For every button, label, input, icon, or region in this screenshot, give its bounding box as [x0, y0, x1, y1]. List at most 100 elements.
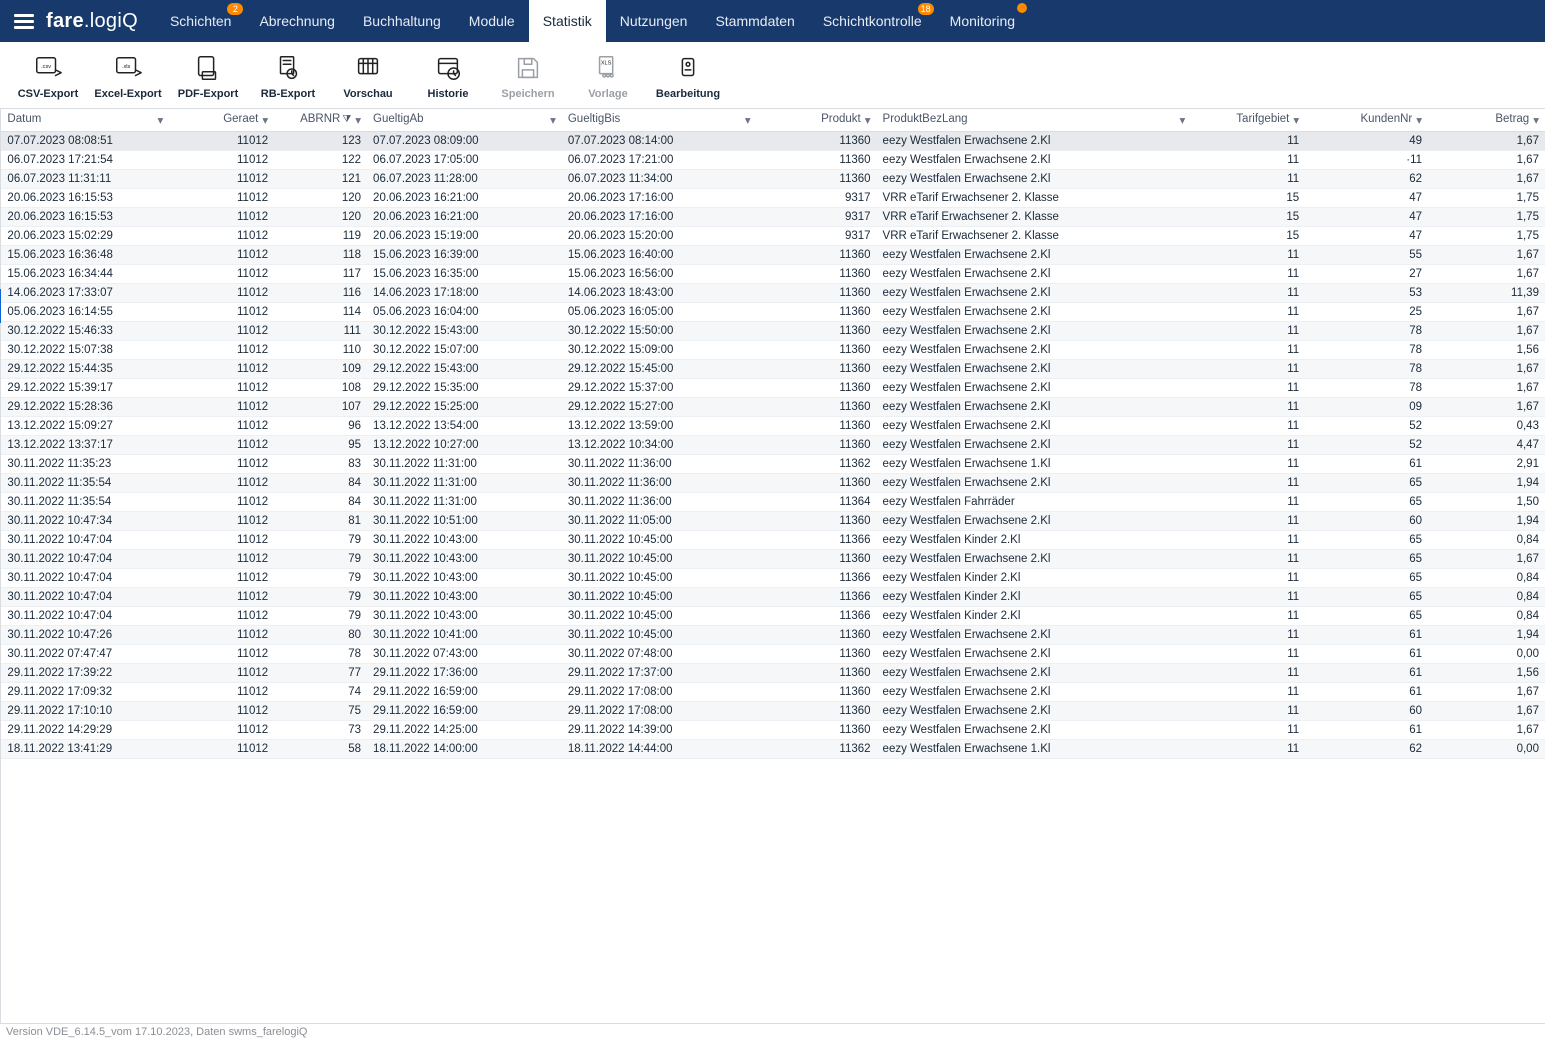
column-header-produktBez[interactable]: ProduktBezLang▾	[877, 109, 1192, 132]
table-row[interactable]: 29.12.2022 15:39:171101210829.12.2022 15…	[1, 379, 1545, 398]
nav-tab-abrechnung[interactable]: Abrechnung	[245, 0, 349, 42]
cell-produkt: 11360	[757, 683, 877, 702]
column-header-gueltigAb[interactable]: GueltigAb▾	[367, 109, 562, 132]
table-row[interactable]: 13.12.2022 13:37:17110129513.12.2022 10:…	[1, 436, 1545, 455]
column-header-kundenNr[interactable]: KundenNr▾	[1305, 109, 1428, 132]
vorlage-button: XLS Vorlage	[570, 48, 646, 102]
cell-tarif: 11	[1191, 721, 1305, 740]
table-row[interactable]: 30.11.2022 10:47:34110128130.11.2022 10:…	[1, 512, 1545, 531]
table-row[interactable]: 30.11.2022 11:35:23110128330.11.2022 11:…	[1, 455, 1545, 474]
cell-gueltigBis: 20.06.2023 17:16:00	[562, 189, 757, 208]
table-row[interactable]: 30.11.2022 10:47:04110127930.11.2022 10:…	[1, 531, 1545, 550]
chevron-down-icon[interactable]: ▾	[1179, 113, 1185, 127]
nav-tab-stammdaten[interactable]: Stammdaten	[701, 0, 808, 42]
table-row[interactable]: 06.07.2023 11:31:111101212106.07.2023 11…	[1, 170, 1545, 189]
table-row[interactable]: 30.11.2022 11:35:54110128430.11.2022 11:…	[1, 474, 1545, 493]
nav-tab-label: Monitoring	[950, 13, 1015, 29]
table-row[interactable]: 30.11.2022 11:35:54110128430.11.2022 11:…	[1, 493, 1545, 512]
nav-tab-statistik[interactable]: Statistik	[529, 0, 606, 42]
table-row[interactable]: 06.07.2023 17:21:541101212206.07.2023 17…	[1, 151, 1545, 170]
chevron-down-icon[interactable]: ▾	[355, 113, 361, 127]
cell-abrnr: 109	[274, 360, 367, 379]
table-row[interactable]: 20.06.2023 16:15:531101212020.06.2023 16…	[1, 208, 1545, 227]
cell-datum: 30.11.2022 11:35:54	[1, 474, 169, 493]
nav-tab-module[interactable]: Module	[455, 0, 529, 42]
csv-export-button[interactable]: .csvCSV-Export	[10, 48, 86, 102]
pdf-export-button[interactable]: PDF-Export	[170, 48, 246, 102]
table-row[interactable]: 30.11.2022 10:47:04110127930.11.2022 10:…	[1, 550, 1545, 569]
filter-icon[interactable]: ⧩	[342, 114, 351, 125]
table-row[interactable]: 07.07.2023 08:08:511101212307.07.2023 08…	[1, 132, 1545, 151]
chevron-down-icon[interactable]: ▾	[157, 113, 163, 127]
grid-wrapper[interactable]: Datum▾Geraet▾ABRNR⧩▾GueltigAb▾GueltigBis…	[1, 109, 1545, 1023]
nav-tab-schichten[interactable]: Schichten2	[156, 0, 245, 42]
column-header-produkt[interactable]: Produkt▾	[757, 109, 877, 132]
menu-icon[interactable]	[8, 10, 40, 33]
historie-button[interactable]: Historie	[410, 48, 486, 102]
table-row[interactable]: 30.11.2022 10:47:04110127930.11.2022 10:…	[1, 569, 1545, 588]
cell-kundenNr: 65	[1305, 531, 1428, 550]
table-row[interactable]: 30.11.2022 10:47:04110127930.11.2022 10:…	[1, 607, 1545, 626]
table-row[interactable]: 29.11.2022 17:39:22110127729.11.2022 17:…	[1, 664, 1545, 683]
tmpl-icon: XLS	[592, 52, 624, 84]
cell-datum: 30.11.2022 10:47:04	[1, 588, 169, 607]
cell-abrnr: 75	[274, 702, 367, 721]
table-row[interactable]: 29.12.2022 15:28:361101210729.12.2022 15…	[1, 398, 1545, 417]
chevron-down-icon[interactable]: ▾	[550, 113, 556, 127]
table-row[interactable]: 15.06.2023 16:34:441101211715.06.2023 16…	[1, 265, 1545, 284]
chevron-down-icon[interactable]: ▾	[745, 113, 751, 127]
table-row[interactable]: 20.06.2023 15:02:291101211920.06.2023 15…	[1, 227, 1545, 246]
column-header-betrag[interactable]: Betrag▾	[1428, 109, 1545, 132]
column-header-gueltigBis[interactable]: GueltigBis▾	[562, 109, 757, 132]
table-row[interactable]: 30.12.2022 15:46:331101211130.12.2022 15…	[1, 322, 1545, 341]
cell-abrnr: 58	[274, 740, 367, 759]
table-row[interactable]: 15.06.2023 16:36:481101211815.06.2023 16…	[1, 246, 1545, 265]
bearbeitung-button[interactable]: Bearbeitung	[650, 48, 726, 102]
column-header-datum[interactable]: Datum▾	[1, 109, 169, 132]
vorschau-button[interactable]: Vorschau	[330, 48, 406, 102]
column-header-tarif[interactable]: Tarifgebiet▾	[1191, 109, 1305, 132]
chevron-down-icon[interactable]: ▾	[1416, 113, 1422, 127]
column-header-geraet[interactable]: Geraet▾	[169, 109, 274, 132]
table-row[interactable]: 29.12.2022 15:44:351101210929.12.2022 15…	[1, 360, 1545, 379]
cell-gueltigAb: 15.06.2023 16:35:00	[367, 265, 562, 284]
table-row[interactable]: 20.06.2023 16:15:531101212020.06.2023 16…	[1, 189, 1545, 208]
chevron-down-icon[interactable]: ▾	[1533, 113, 1539, 127]
cell-datum: 15.06.2023 16:36:48	[1, 246, 169, 265]
cell-abrnr: 118	[274, 246, 367, 265]
cell-tarif: 11	[1191, 569, 1305, 588]
cell-produkt: 11360	[757, 170, 877, 189]
cell-geraet: 11012	[169, 683, 274, 702]
column-header-abrnr[interactable]: ABRNR⧩▾	[274, 109, 367, 132]
table-row[interactable]: 29.11.2022 17:09:32110127429.11.2022 16:…	[1, 683, 1545, 702]
nav-tab-nutzungen[interactable]: Nutzungen	[606, 0, 702, 42]
chevron-down-icon[interactable]: ▾	[262, 113, 268, 127]
cell-abrnr: 74	[274, 683, 367, 702]
table-row[interactable]: 05.06.2023 16:14:551101211405.06.2023 16…	[1, 303, 1545, 322]
nav-tab-schichtkontrolle[interactable]: Schichtkontrolle18	[809, 0, 936, 42]
table-row[interactable]: 18.11.2022 13:41:29110125818.11.2022 14:…	[1, 740, 1545, 759]
cell-produktBez: eezy Westfalen Erwachsene 2.Kl	[877, 303, 1192, 322]
nav-tab-buchhaltung[interactable]: Buchhaltung	[349, 0, 455, 42]
table-row[interactable]: 13.12.2022 15:09:27110129613.12.2022 13:…	[1, 417, 1545, 436]
cell-betrag: 1,56	[1428, 341, 1545, 360]
table-row[interactable]: 30.11.2022 07:47:47110127830.11.2022 07:…	[1, 645, 1545, 664]
excel-export-button[interactable]: .xlsExcel-Export	[90, 48, 166, 102]
cell-gueltigAb: 30.12.2022 15:43:00	[367, 322, 562, 341]
table-row[interactable]: 14.06.2023 17:33:071101211614.06.2023 17…	[1, 284, 1545, 303]
table-row[interactable]: 29.11.2022 17:10:10110127529.11.2022 16:…	[1, 702, 1545, 721]
rb-export-button[interactable]: RB-Export	[250, 48, 326, 102]
cell-produktBez: VRR eTarif Erwachsener 2. Klasse	[877, 189, 1192, 208]
table-row[interactable]: 29.11.2022 14:29:29110127329.11.2022 14:…	[1, 721, 1545, 740]
nav-tab-monitoring[interactable]: Monitoring	[936, 0, 1029, 42]
chevron-down-icon[interactable]: ▾	[865, 113, 871, 127]
cell-produkt: 11366	[757, 588, 877, 607]
table-row[interactable]: 30.11.2022 10:47:26110128030.11.2022 10:…	[1, 626, 1545, 645]
table-row[interactable]: 30.11.2022 10:47:04110127930.11.2022 10:…	[1, 588, 1545, 607]
cell-abrnr: 117	[274, 265, 367, 284]
cell-abrnr: 108	[274, 379, 367, 398]
toolbar-button-label: Vorlage	[588, 88, 628, 100]
cell-betrag: 0,00	[1428, 645, 1545, 664]
chevron-down-icon[interactable]: ▾	[1293, 113, 1299, 127]
table-row[interactable]: 30.12.2022 15:07:381101211030.12.2022 15…	[1, 341, 1545, 360]
